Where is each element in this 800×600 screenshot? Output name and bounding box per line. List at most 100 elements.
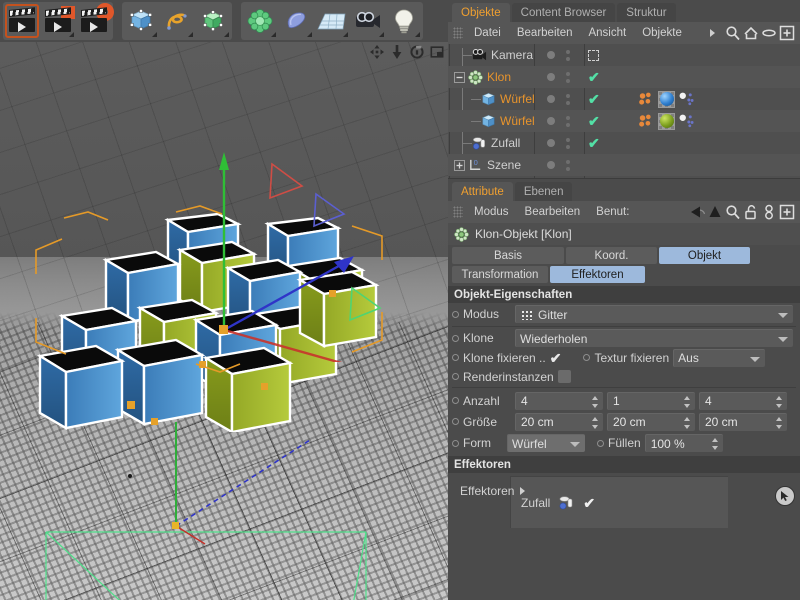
stepper-icon[interactable] <box>776 416 783 429</box>
stepper-icon[interactable] <box>776 395 783 408</box>
panel-grip[interactable] <box>453 206 463 218</box>
pan-icon[interactable] <box>370 45 384 59</box>
search-icon[interactable] <box>725 25 741 41</box>
spline-button[interactable] <box>160 4 194 38</box>
render-region-button[interactable] <box>41 4 75 38</box>
unlock-icon[interactable] <box>743 204 759 220</box>
menu-objekte[interactable]: Objekte <box>634 27 690 39</box>
object-row-zufall[interactable]: Zufall ✔ <box>448 132 800 154</box>
expander-minus-icon[interactable] <box>454 71 465 83</box>
pick-object-button[interactable] <box>775 486 795 506</box>
back-arrow-icon[interactable] <box>689 204 705 220</box>
effector-enabled-check-icon[interactable]: ✔ <box>583 496 595 510</box>
tab-effektoren[interactable]: Effektoren <box>550 266 645 283</box>
chevron-right-icon[interactable] <box>520 487 526 495</box>
anim-bullet[interactable] <box>452 397 459 404</box>
anim-bullet[interactable] <box>452 310 459 318</box>
plus-box-icon[interactable] <box>779 204 795 220</box>
stepper-icon[interactable] <box>592 395 599 408</box>
tab-objekt[interactable]: Objekt <box>659 247 750 264</box>
stepper-icon[interactable] <box>592 416 599 429</box>
render-settings-button[interactable] <box>77 4 112 38</box>
object-row-wuerfel-blau[interactable]: Würfel ✔ <box>448 88 800 110</box>
cube-primitive-button[interactable] <box>124 4 158 38</box>
floor-plane-button[interactable] <box>315 4 349 38</box>
menu-benutzer[interactable]: Benut: <box>588 206 637 218</box>
anim-bullet[interactable] <box>583 354 591 361</box>
expander-plus-icon[interactable] <box>454 159 465 171</box>
checkbox-renderinstanzen[interactable] <box>557 370 571 383</box>
enable-check-icon[interactable]: ✔ <box>588 136 600 150</box>
effector-list-box[interactable]: Zufall ✔ <box>510 476 728 528</box>
up-arrow-icon[interactable] <box>707 204 723 220</box>
camera-button[interactable] <box>351 4 385 38</box>
tab-objekte[interactable]: Objekte <box>452 3 510 22</box>
menu-bearbeiten[interactable]: Bearbeiten <box>509 27 581 39</box>
stepper-icon[interactable] <box>711 438 719 450</box>
menu-ansicht[interactable]: Ansicht <box>580 27 634 39</box>
dropdown-textur-fixieren[interactable]: Aus <box>673 348 766 367</box>
material-tag-green[interactable] <box>658 112 675 130</box>
dropdown-klone[interactable]: Wiederholen <box>515 329 793 347</box>
stepper-icon[interactable] <box>684 416 691 429</box>
enable-check-icon[interactable]: ✔ <box>588 114 600 128</box>
plus-box-icon[interactable] <box>779 25 795 41</box>
dropdown-form[interactable]: Würfel <box>507 434 585 452</box>
object-row-wuerfel-gruen[interactable]: Würfel ✔ <box>448 110 800 132</box>
array-button[interactable] <box>243 4 277 38</box>
input-fuellen[interactable]: 100 % <box>644 434 723 452</box>
tab-koord[interactable]: Koord. <box>566 247 657 264</box>
enable-check-icon[interactable]: ✔ <box>588 70 600 84</box>
input-anzahl-z[interactable]: 4 <box>699 391 787 410</box>
input-groesse-x[interactable]: 20 cm <box>515 412 603 431</box>
tab-attribute[interactable]: Attribute <box>452 182 513 201</box>
mograph-selection-tag-icon[interactable] <box>639 114 655 129</box>
maximize-icon[interactable] <box>430 45 444 59</box>
input-groesse-y[interactable]: 20 cm <box>607 412 695 431</box>
uv-tag-icon[interactable] <box>678 92 695 107</box>
tab-content-browser[interactable]: Content Browser <box>511 3 616 22</box>
tab-ebenen[interactable]: Ebenen <box>514 182 573 201</box>
menu-datei[interactable]: Datei <box>466 27 509 39</box>
rotate-icon[interactable] <box>410 45 424 59</box>
dropdown-modus[interactable]: Gitter <box>515 305 793 323</box>
bend-deformer-button[interactable] <box>279 4 313 38</box>
stepper-icon[interactable] <box>684 395 691 408</box>
hypernurbs-button[interactable] <box>196 4 230 38</box>
input-anzahl-y[interactable]: 1 <box>607 391 695 410</box>
material-tag-blue[interactable] <box>658 90 675 108</box>
enable-check-icon[interactable]: ✔ <box>588 92 600 106</box>
anim-bullet[interactable] <box>452 418 459 425</box>
anim-bullet[interactable] <box>452 439 459 447</box>
tab-basis[interactable]: Basis <box>452 247 564 264</box>
link-icon[interactable] <box>761 204 777 220</box>
input-anzahl-x[interactable]: 4 <box>515 391 603 410</box>
render-view-button[interactable] <box>5 4 39 38</box>
axis-gizmo[interactable] <box>130 142 430 362</box>
chevron-right-icon[interactable] <box>710 29 715 37</box>
object-row-kamera[interactable]: Kamera <box>448 44 800 66</box>
mograph-selection-tag-icon[interactable] <box>639 92 655 107</box>
uv-tag-icon[interactable] <box>678 114 695 129</box>
tab-transformation[interactable]: Transformation <box>452 266 548 283</box>
perspective-viewport[interactable] <box>0 42 448 600</box>
effector-entry[interactable]: Zufall ✔ <box>521 495 595 511</box>
tab-struktur[interactable]: Struktur <box>617 3 676 22</box>
axis-tag-icon[interactable] <box>588 49 599 61</box>
menu-bearbeiten[interactable]: Bearbeiten <box>517 206 589 218</box>
anim-bullet[interactable] <box>452 334 459 342</box>
anim-bullet[interactable] <box>452 373 459 380</box>
input-groesse-z[interactable]: 20 cm <box>699 412 787 431</box>
object-row-szene[interactable]: 0 Szene <box>448 154 800 176</box>
object-row-klon[interactable]: Klon ✔ <box>448 66 800 88</box>
menu-modus[interactable]: Modus <box>466 206 517 218</box>
light-button[interactable] <box>387 4 421 38</box>
panel-grip[interactable] <box>453 27 463 39</box>
anim-bullet[interactable] <box>452 354 459 361</box>
eye-icon[interactable] <box>761 25 777 41</box>
checkbox-klone-fixieren[interactable]: ✔ <box>550 351 562 365</box>
home-icon[interactable] <box>743 25 759 41</box>
search-icon[interactable] <box>725 204 741 220</box>
anim-bullet[interactable] <box>597 439 604 447</box>
object-manager-tree[interactable]: Kamera Klon ✔ Würfel ✔ Würfel ✔ Zufall ✔… <box>448 44 800 179</box>
